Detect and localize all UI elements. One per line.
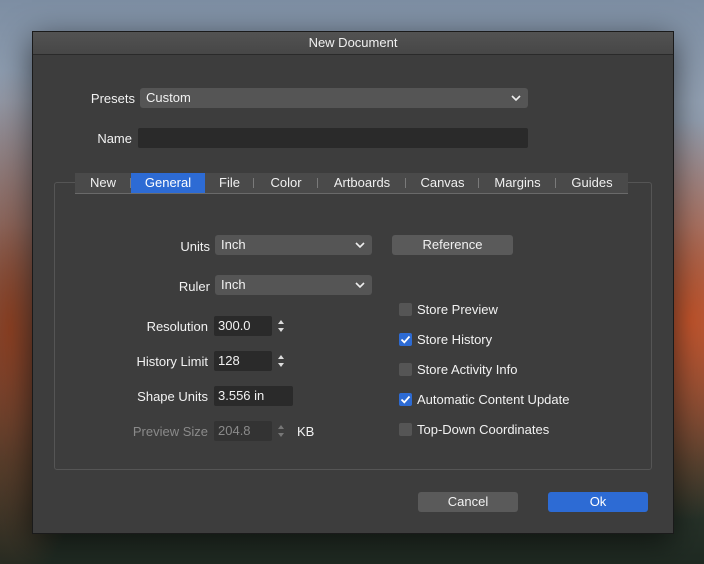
store-preview-checkbox[interactable] xyxy=(399,303,412,316)
top-down-coordinates-label: Top-Down Coordinates xyxy=(417,422,550,437)
cancel-button[interactable]: Cancel xyxy=(418,492,518,512)
store-activity-info-label: Store Activity Info xyxy=(417,362,518,377)
preview-size-unit: KB xyxy=(297,424,315,439)
units-dropdown[interactable]: Inch xyxy=(215,235,372,255)
ruler-dropdown[interactable]: Inch xyxy=(215,275,372,295)
units-value: Inch xyxy=(221,237,246,252)
presets-dropdown[interactable]: Custom xyxy=(140,88,528,108)
checkmark-icon xyxy=(400,335,411,344)
resolution-input[interactable]: 300.0 xyxy=(214,316,272,336)
tab-guides[interactable]: Guides xyxy=(556,173,628,193)
tab-new[interactable]: New xyxy=(75,173,131,193)
tab-margins[interactable]: Margins xyxy=(479,173,556,193)
history-limit-stepper[interactable] xyxy=(276,351,286,371)
ruler-value: Inch xyxy=(221,277,246,292)
store-activity-info-checkbox[interactable] xyxy=(399,363,412,376)
ruler-label: Ruler xyxy=(178,279,210,294)
name-input[interactable] xyxy=(138,128,528,148)
chevron-down-icon xyxy=(511,95,521,102)
units-label: Units xyxy=(180,239,210,254)
new-document-dialog: New Document Presets Custom Name New Gen… xyxy=(32,31,674,534)
chevron-down-icon xyxy=(355,282,365,289)
tab-file[interactable]: File xyxy=(205,173,254,193)
shape-units-label: Shape Units xyxy=(137,389,208,404)
presets-value: Custom xyxy=(146,90,191,105)
checkmark-icon xyxy=(400,395,411,404)
history-limit-label: History Limit xyxy=(136,354,208,369)
tab-canvas[interactable]: Canvas xyxy=(406,173,479,193)
tab-artboards[interactable]: Artboards xyxy=(318,173,406,193)
preview-size-stepper xyxy=(276,421,286,441)
reference-button[interactable]: Reference xyxy=(392,235,513,255)
name-label: Name xyxy=(97,131,132,146)
resolution-label: Resolution xyxy=(146,319,208,334)
chevron-down-icon xyxy=(355,242,365,249)
tab-general[interactable]: General xyxy=(131,173,205,193)
ok-button[interactable]: Ok xyxy=(548,492,648,512)
preview-size-input: 204.8 xyxy=(214,421,272,441)
top-down-coordinates-checkbox[interactable] xyxy=(399,423,412,436)
automatic-content-update-label: Automatic Content Update xyxy=(417,392,570,407)
store-history-checkbox[interactable] xyxy=(399,333,412,346)
store-preview-label: Store Preview xyxy=(417,302,498,317)
tab-bar: New General File Color Artboards Canvas … xyxy=(75,173,628,194)
store-history-label: Store History xyxy=(417,332,493,347)
shape-units-input[interactable]: 3.556 in xyxy=(214,386,293,406)
preview-size-label: Preview Size xyxy=(132,424,208,439)
automatic-content-update-checkbox[interactable] xyxy=(399,393,412,406)
history-limit-input[interactable]: 128 xyxy=(214,351,272,371)
resolution-stepper[interactable] xyxy=(276,316,286,336)
presets-label: Presets xyxy=(90,91,135,106)
tab-color[interactable]: Color xyxy=(254,173,318,193)
dialog-title: New Document xyxy=(33,32,673,55)
